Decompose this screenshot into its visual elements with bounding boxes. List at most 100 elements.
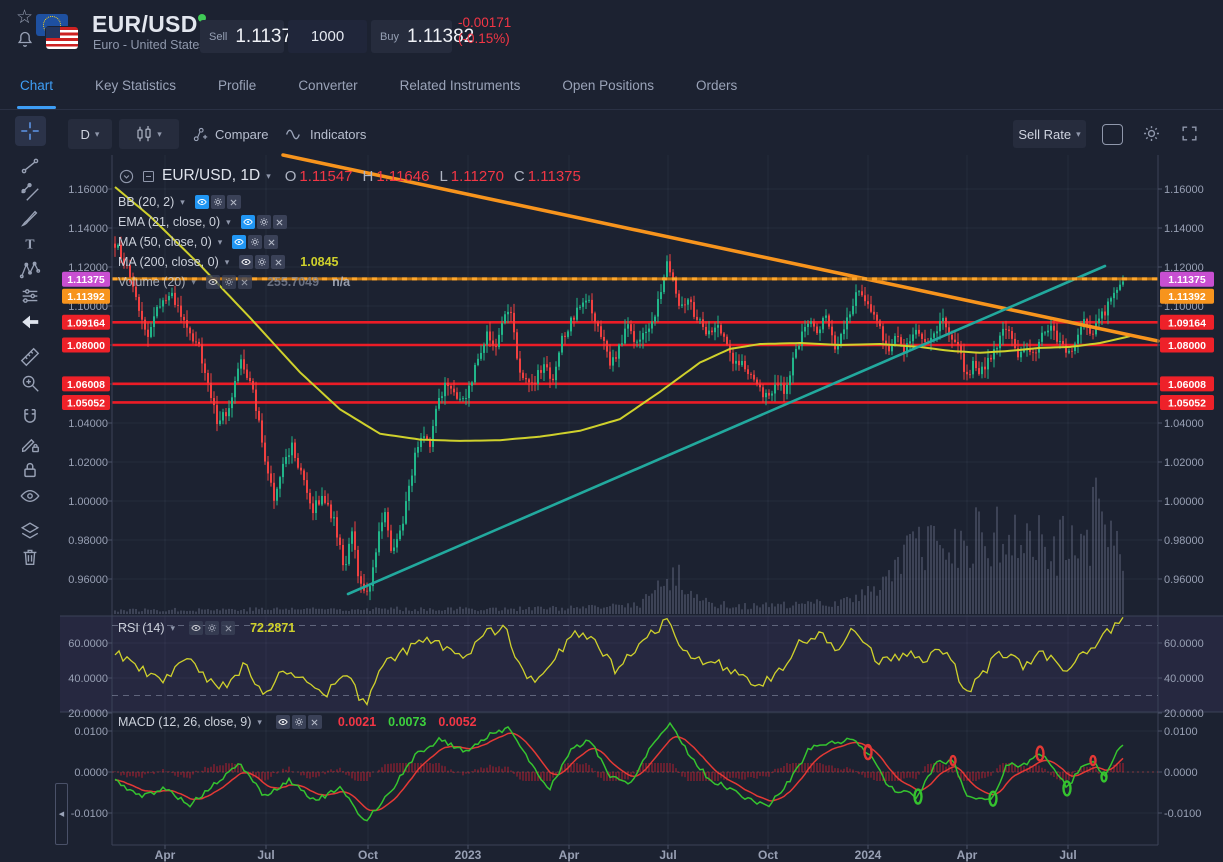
tool-arrow-left-icon[interactable]: [0, 309, 60, 335]
indicator-label: BB (20, 2): [118, 195, 174, 209]
tool-lock-icon[interactable]: [0, 457, 60, 483]
settings-gear-icon[interactable]: [205, 621, 219, 635]
indicator-label: Volume (20): [118, 275, 185, 289]
remove-x-icon[interactable]: [238, 275, 252, 289]
tool-long-position-icon[interactable]: [0, 283, 60, 309]
symbol-caret-icon[interactable]: ▾: [266, 171, 271, 182]
macd-crossover-marker: [915, 790, 922, 804]
svg-text:1.00000: 1.00000: [68, 496, 108, 508]
remove-x-icon[interactable]: [221, 621, 235, 635]
visibility-eye-icon[interactable]: [232, 235, 246, 249]
svg-text:1.11375: 1.11375: [1168, 274, 1206, 286]
buy-button[interactable]: Buy 1.11382: [371, 20, 452, 53]
indicator-caret-icon[interactable]: ▾: [218, 237, 223, 248]
change-absolute: -0.00171: [458, 15, 511, 31]
svg-text:Apr: Apr: [957, 848, 978, 862]
settings-gear-icon[interactable]: [222, 275, 236, 289]
indicator-caret-icon[interactable]: ▾: [191, 277, 196, 288]
svg-text:1.14000: 1.14000: [1164, 223, 1204, 235]
alert-bell-icon[interactable]: [15, 30, 35, 55]
visibility-eye-icon[interactable]: [206, 275, 220, 289]
settings-gear-icon[interactable]: [292, 715, 306, 729]
settings-gear-icon[interactable]: [248, 235, 262, 249]
visibility-eye-icon[interactable]: [189, 621, 203, 635]
quantity-input[interactable]: 1000: [288, 20, 367, 53]
visibility-eye-icon[interactable]: [276, 715, 290, 729]
svg-text:1.02000: 1.02000: [1164, 457, 1204, 469]
rsi-caret-icon[interactable]: ▾: [171, 623, 176, 634]
svg-text:-0.0100: -0.0100: [1164, 808, 1201, 820]
settings-gear-icon[interactable]: [257, 215, 271, 229]
buy-label: Buy: [380, 31, 399, 43]
quantity-value: 1000: [311, 28, 344, 45]
tab-orders[interactable]: Orders: [696, 62, 737, 109]
tool-drawing-lock-icon[interactable]: [0, 431, 60, 457]
tab-profile[interactable]: Profile: [218, 62, 256, 109]
svg-text:Jul: Jul: [1059, 848, 1076, 862]
indicator-label: MA (200, close, 0): [118, 255, 219, 269]
sell-button[interactable]: Sell 1.11375: [200, 20, 284, 53]
svg-text:2024: 2024: [855, 848, 882, 862]
tool-xabcd-pattern-icon[interactable]: [0, 257, 60, 283]
visibility-eye-icon[interactable]: [239, 255, 253, 269]
collapse-square-icon[interactable]: [141, 169, 156, 184]
svg-text:60.0000: 60.0000: [68, 638, 108, 650]
indicator-caret-icon[interactable]: ▾: [226, 217, 231, 228]
svg-text:1.11392: 1.11392: [67, 291, 105, 303]
favorite-star-icon[interactable]: ☆: [16, 8, 33, 27]
rsi-value: 72.2871: [250, 621, 295, 635]
svg-text:1.06008: 1.06008: [1168, 379, 1206, 391]
indicator-row: EMA (21, close, 0)▾: [118, 215, 289, 229]
svg-text:0.0100: 0.0100: [1164, 726, 1198, 738]
svg-text:Jul: Jul: [257, 848, 274, 862]
pane-collapse-handle[interactable]: ◀: [55, 783, 68, 845]
visibility-eye-icon[interactable]: [241, 215, 255, 229]
tab-chart[interactable]: Chart: [20, 62, 53, 109]
indicator-caret-icon[interactable]: ▾: [180, 197, 185, 208]
settings-gear-icon[interactable]: [255, 255, 269, 269]
remove-x-icon[interactable]: [271, 255, 285, 269]
tab-related-instruments[interactable]: Related Instruments: [400, 62, 521, 109]
svg-text:1.09164: 1.09164: [1168, 317, 1206, 329]
tool-crosshair-icon[interactable]: [15, 116, 46, 146]
tab-key-statistics[interactable]: Key Statistics: [95, 62, 176, 109]
tool-brush-icon[interactable]: [0, 205, 60, 231]
tool-magnet-icon[interactable]: [0, 405, 60, 431]
tool-text-icon[interactable]: T: [0, 231, 60, 257]
svg-text:T: T: [25, 237, 34, 252]
svg-text:0.98000: 0.98000: [68, 535, 108, 547]
chevron-circle-icon[interactable]: [118, 168, 135, 185]
svg-text:0.98000: 0.98000: [1164, 535, 1204, 547]
remove-x-icon[interactable]: [227, 195, 241, 209]
remove-x-icon[interactable]: [308, 715, 322, 729]
tool-ruler-icon[interactable]: [0, 344, 60, 370]
tab-open-positions[interactable]: Open Positions: [562, 62, 654, 109]
macd-crossover-marker: [1102, 772, 1107, 781]
tool-zoom-in-icon[interactable]: [0, 370, 60, 396]
svg-text:-0.0100: -0.0100: [71, 808, 108, 820]
indicator-value: 255.7049: [267, 275, 319, 289]
svg-text:1.16000: 1.16000: [1164, 184, 1204, 196]
remove-x-icon[interactable]: [273, 215, 287, 229]
tool-parallel-channel-icon[interactable]: [0, 179, 60, 205]
macd-legend-row: MACD (12, 26, close, 9) ▾ 0.00210.00730.…: [118, 715, 477, 729]
visibility-eye-icon[interactable]: [195, 195, 209, 209]
tool-trash-icon[interactable]: [0, 544, 60, 570]
indicator-secondary-value: n/a: [332, 275, 350, 289]
settings-gear-icon[interactable]: [211, 195, 225, 209]
svg-text:0.0000: 0.0000: [1164, 767, 1198, 779]
rsi-label: RSI (14): [118, 621, 165, 635]
svg-text:1.14000: 1.14000: [68, 223, 108, 235]
legend-symbol-row: EUR/USD, 1D ▾ O1.11547H1.11646L1.11270C1…: [118, 167, 581, 185]
tool-trend-line-icon[interactable]: [0, 153, 60, 179]
ohlc-l: L1.11270: [439, 168, 503, 185]
tab-converter[interactable]: Converter: [298, 62, 357, 109]
svg-text:Jul: Jul: [659, 848, 676, 862]
indicator-caret-icon[interactable]: ▾: [225, 257, 230, 268]
tool-hide-drawings-eye-icon[interactable]: [0, 483, 60, 509]
indicator-row: MA (200, close, 0)▾1.0845: [118, 255, 339, 269]
legend-symbol-title: EUR/USD, 1D: [162, 167, 260, 185]
macd-caret-icon[interactable]: ▾: [257, 717, 262, 728]
tool-layers-icon[interactable]: [0, 518, 60, 544]
remove-x-icon[interactable]: [264, 235, 278, 249]
